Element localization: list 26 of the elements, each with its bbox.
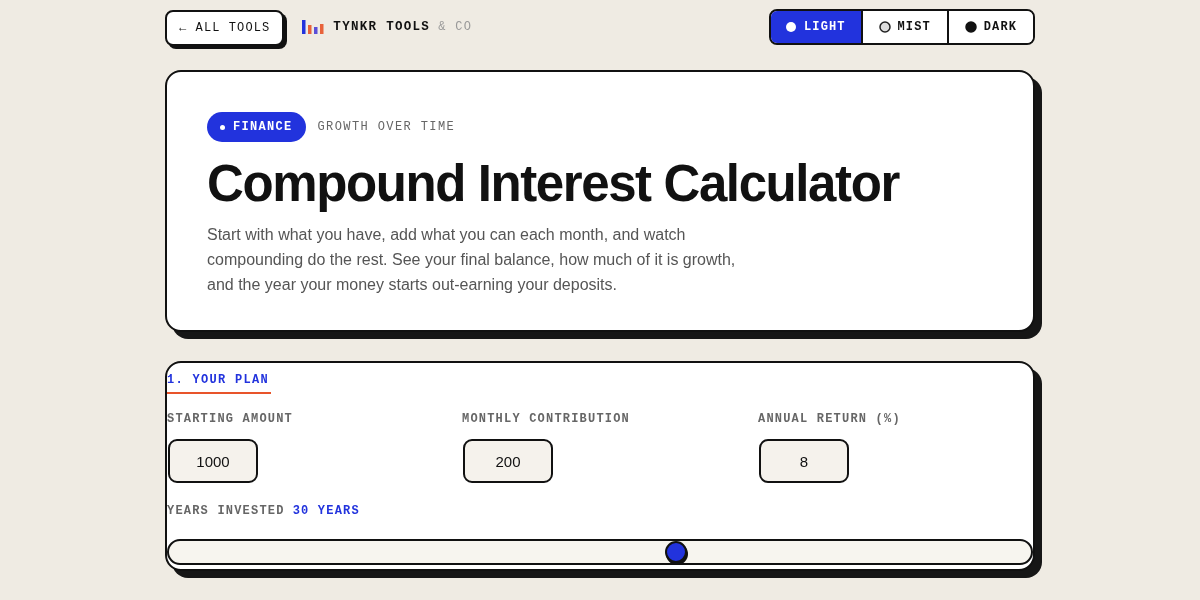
dot-icon [220,124,225,130]
section-heading: 1. YOUR PLAN [167,373,271,394]
slider-thumb[interactable] [664,541,687,563]
description-text: Start with what you have, add what you can each month, and watch compounding do the rest. See your final balance, how much of it is growth, and the year your money starts out-earning your deposits. [207,225,737,295]
field-label: YEARS INVESTED [167,503,285,519]
tag-label: FINANCE [233,120,293,134]
theme-option[interactable]: DARK [946,11,1033,43]
circle-icon [964,21,977,33]
circle-icon [785,21,798,33]
field-label: MONTHLY CONTRIBUTION [462,411,632,427]
brand-suffix: & CO [438,20,473,34]
theme-option[interactable]: LIGHT [771,11,861,43]
brand-name: TYNKR TOOLS [333,20,431,34]
page-title: Compound Interest Calculator [207,156,901,212]
bar-chart-logo-icon [302,20,325,34]
theme-option[interactable]: MIST [860,11,947,43]
input-field[interactable]: 8 [759,439,849,483]
input-field[interactable]: 200 [463,439,553,483]
field-label: ANNUAL RETURN (%) [758,411,902,427]
slider-track[interactable] [167,539,1033,565]
circle-icon [878,21,891,33]
eyebrow-text: GROWTH OVER TIME [317,120,456,134]
field-label: STARTING AMOUNT [167,411,295,427]
back-button[interactable]: ← ALL TOOLS [165,10,285,46]
input-field[interactable]: 1000 [168,439,258,483]
slider-reading: 30 YEARS [292,504,360,518]
